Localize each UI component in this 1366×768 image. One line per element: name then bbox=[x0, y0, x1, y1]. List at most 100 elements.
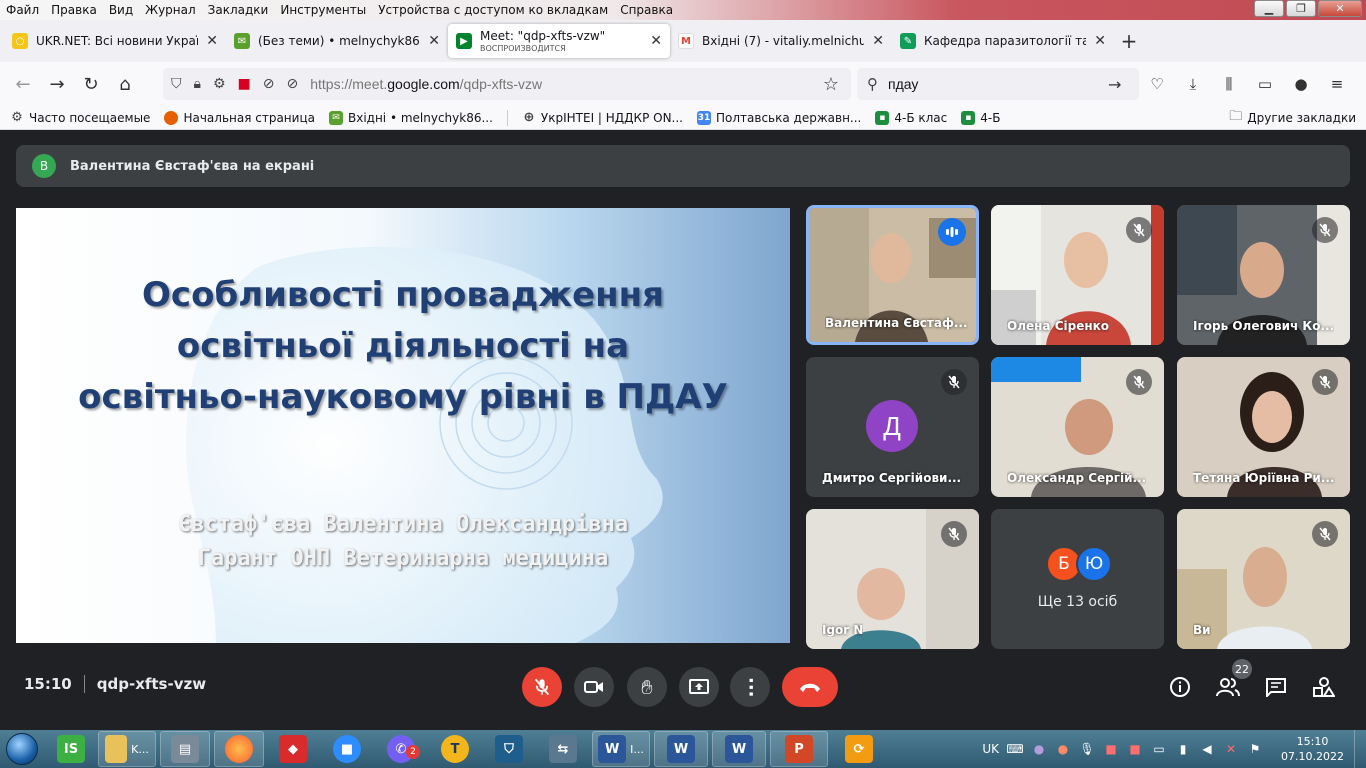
keyboard-icon[interactable]: ⌨ bbox=[1006, 741, 1023, 757]
taskbar-app-explorer[interactable]: K... bbox=[98, 731, 156, 767]
meeting-details-button[interactable] bbox=[1164, 671, 1196, 703]
more-options-button[interactable]: ··· bbox=[730, 667, 770, 707]
bookmark-4b[interactable]: ▪ 4-Б bbox=[961, 110, 1000, 125]
bookmark-other[interactable]: 🗀︎ Другие закладки bbox=[1229, 107, 1356, 129]
bookmark-home[interactable]: Начальная страница bbox=[164, 110, 315, 125]
taskbar-app-word-1[interactable]: W I... bbox=[592, 731, 650, 767]
more-participants-tile[interactable]: Б Ю Ще 13 осіб bbox=[991, 509, 1164, 649]
new-tab-icon[interactable]: + bbox=[1114, 29, 1144, 53]
home-icon[interactable]: ⌂ bbox=[108, 68, 142, 100]
close-tab-icon[interactable]: ✕ bbox=[1094, 33, 1106, 49]
participant-tile-self[interactable]: Ви bbox=[1177, 509, 1350, 649]
tray-warning-icon[interactable]: ✕ bbox=[1223, 741, 1239, 757]
search-input[interactable] bbox=[888, 76, 1098, 92]
taskbar-app-anydesk[interactable]: ◆ bbox=[268, 731, 318, 767]
search-bar[interactable]: ⚲ → bbox=[857, 68, 1139, 100]
menu-tools[interactable]: Инструменты bbox=[274, 3, 372, 17]
taskbar-app-firefox[interactable] bbox=[214, 731, 264, 767]
close-tab-icon[interactable]: ✕ bbox=[206, 33, 218, 49]
bookmark-inbox[interactable]: ✉ Вхідні • melnychyk86... bbox=[328, 110, 493, 125]
restore-button[interactable]: ❐ bbox=[1286, 0, 1316, 17]
display-tray-icon[interactable]: ▭ bbox=[1151, 741, 1167, 757]
bookmark-star-icon[interactable]: ☆ bbox=[823, 74, 839, 95]
tray-app-icon[interactable]: ■ bbox=[1127, 741, 1143, 757]
tab-meet[interactable]: ▶ Meet: "qdp-xfts-vzw" ВОСПРОИЗВОДИТСЯ ✕ bbox=[448, 24, 670, 58]
close-tab-icon[interactable]: ✕ bbox=[650, 33, 662, 49]
chat-button[interactable] bbox=[1260, 671, 1292, 703]
search-go-arrow-icon[interactable]: → bbox=[1108, 75, 1121, 94]
forward-arrow-icon[interactable]: → bbox=[40, 68, 74, 100]
shared-screen-slide[interactable]: Особливості провадження освітньої діяльн… bbox=[16, 208, 790, 643]
clock[interactable]: 15:10 07.10.2022 bbox=[1281, 734, 1344, 764]
leave-call-button[interactable] bbox=[782, 667, 838, 707]
start-button[interactable] bbox=[0, 730, 44, 768]
microphone-tray-icon[interactable]: 🎙︎ bbox=[1079, 741, 1095, 757]
bookmark-frequent[interactable]: ⚙ Часто посещаемые bbox=[10, 110, 150, 125]
tray-flag-icon[interactable]: ⚑ bbox=[1247, 741, 1263, 757]
menu-edit[interactable]: Правка bbox=[45, 3, 103, 17]
menu-file[interactable]: Файл bbox=[0, 3, 45, 17]
sidebar-icon[interactable]: ▭ bbox=[1254, 75, 1276, 93]
mic-toggle-button[interactable] bbox=[522, 667, 562, 707]
menu-help[interactable]: Справка bbox=[614, 3, 679, 17]
camera-tray-icon[interactable]: ■ bbox=[1103, 741, 1119, 757]
library-icon[interactable]: ⫼ bbox=[1218, 75, 1240, 93]
raise-hand-button[interactable]: ✋︎ bbox=[627, 667, 667, 707]
present-screen-button[interactable] bbox=[679, 667, 719, 707]
lock-icon[interactable]: 🔒︎ bbox=[194, 76, 201, 92]
tab-classroom[interactable]: ✎ Кафедра паразитології та вете ✕ bbox=[892, 24, 1114, 58]
bookmark-ukrintei[interactable]: ⊕ УкрІНТЕІ | НДДКР ON... bbox=[522, 110, 683, 125]
taskbar-app-powerpoint[interactable]: P bbox=[770, 731, 828, 767]
mic-blocked-icon[interactable]: ⊘ bbox=[263, 76, 275, 92]
pocket-icon[interactable]: ♡ bbox=[1146, 75, 1168, 93]
participant-tile-tetiana[interactable]: Тетяна Юріївна Ри... bbox=[1177, 357, 1350, 497]
taskbar-app-pdf[interactable]: ⟳ bbox=[832, 731, 886, 767]
close-window-button[interactable]: ✕ bbox=[1318, 0, 1362, 17]
menu-bookmarks[interactable]: Закладки bbox=[202, 3, 275, 17]
close-tab-icon[interactable]: ✕ bbox=[872, 33, 884, 49]
tab-ukrnet[interactable]: ○ UKR.NET: Всі новини України, ✕ bbox=[4, 24, 226, 58]
language-indicator[interactable]: UK bbox=[982, 742, 999, 756]
people-button[interactable]: 22 bbox=[1212, 659, 1252, 703]
taskbar-app-network[interactable]: ⇆ bbox=[538, 731, 588, 767]
activities-button[interactable] bbox=[1308, 671, 1340, 703]
shield-icon[interactable]: ⛉ bbox=[171, 76, 182, 92]
menu-view[interactable]: Вид bbox=[103, 3, 139, 17]
reload-icon[interactable]: ↻ bbox=[74, 68, 108, 100]
participant-tile-igor-olegovych[interactable]: Ігорь Олегович Ко... bbox=[1177, 205, 1350, 345]
menu-hamburger-icon[interactable]: ≡ bbox=[1326, 75, 1348, 93]
camera-toggle-button[interactable] bbox=[574, 667, 614, 707]
taskbar-app-zoom[interactable]: ■ bbox=[322, 731, 372, 767]
bookmark-pdau[interactable]: 31 Полтавська державн... bbox=[697, 110, 861, 125]
camera-active-icon[interactable]: ■ bbox=[238, 76, 251, 92]
menu-history[interactable]: Журнал bbox=[139, 3, 202, 17]
account-icon[interactable]: ● bbox=[1290, 75, 1312, 93]
participant-tile-oleksandr[interactable]: Олександр Сергій... bbox=[991, 357, 1164, 497]
taskbar-app-viber[interactable]: ✆ 2 bbox=[376, 731, 426, 767]
taskbar-app-shield[interactable]: ⛉ bbox=[484, 731, 534, 767]
tab-gmail[interactable]: M Вхідні (7) - vitaliy.melnichuk@p ✕ bbox=[670, 24, 892, 58]
autoplay-blocked-icon[interactable]: ⊘ bbox=[286, 76, 298, 92]
taskbar-app-is[interactable]: IS bbox=[48, 731, 94, 767]
close-tab-icon[interactable]: ✕ bbox=[428, 33, 440, 49]
volume-icon[interactable]: ◀ bbox=[1199, 741, 1215, 757]
menu-synced-tabs[interactable]: Устройства с доступом ко вкладкам bbox=[372, 3, 614, 17]
participant-tile-igor-n[interactable]: Igor N bbox=[806, 509, 979, 649]
download-icon[interactable]: ⤓ bbox=[1182, 75, 1204, 93]
viber-tray-icon[interactable]: ● bbox=[1031, 741, 1047, 757]
taskbar-app-computer[interactable]: ▤ bbox=[160, 731, 210, 767]
url-bar[interactable]: ⛉ 🔒︎ ⚙︎ ■ ⊘ ⊘ https://meet.google.com/qd… bbox=[163, 68, 851, 100]
minimize-button[interactable]: ▁ bbox=[1254, 0, 1284, 17]
participant-tile-dmytro[interactable]: Д Дмитро Сергійови... bbox=[806, 357, 979, 497]
tray-app-icon[interactable]: ● bbox=[1055, 741, 1071, 757]
permissions-icon[interactable]: ⚙︎ bbox=[213, 76, 226, 92]
back-arrow-icon[interactable]: ← bbox=[6, 68, 40, 100]
bookmark-4b-class[interactable]: ▪ 4-Б клас bbox=[875, 110, 947, 125]
participant-tile-olena[interactable]: Олена Сіренко bbox=[991, 205, 1164, 345]
taskbar-app-t[interactable]: T bbox=[430, 731, 480, 767]
participant-tile-valentyna[interactable]: Валентина Євстаф... bbox=[806, 205, 979, 345]
show-desktop-button[interactable] bbox=[1354, 730, 1366, 768]
network-signal-icon[interactable]: ▮ bbox=[1175, 741, 1191, 757]
tab-ukrnet-mail[interactable]: ✉ (Без теми) • melnychyk86@ukr ✕ bbox=[226, 24, 448, 58]
taskbar-app-word-3[interactable]: W bbox=[712, 731, 766, 767]
